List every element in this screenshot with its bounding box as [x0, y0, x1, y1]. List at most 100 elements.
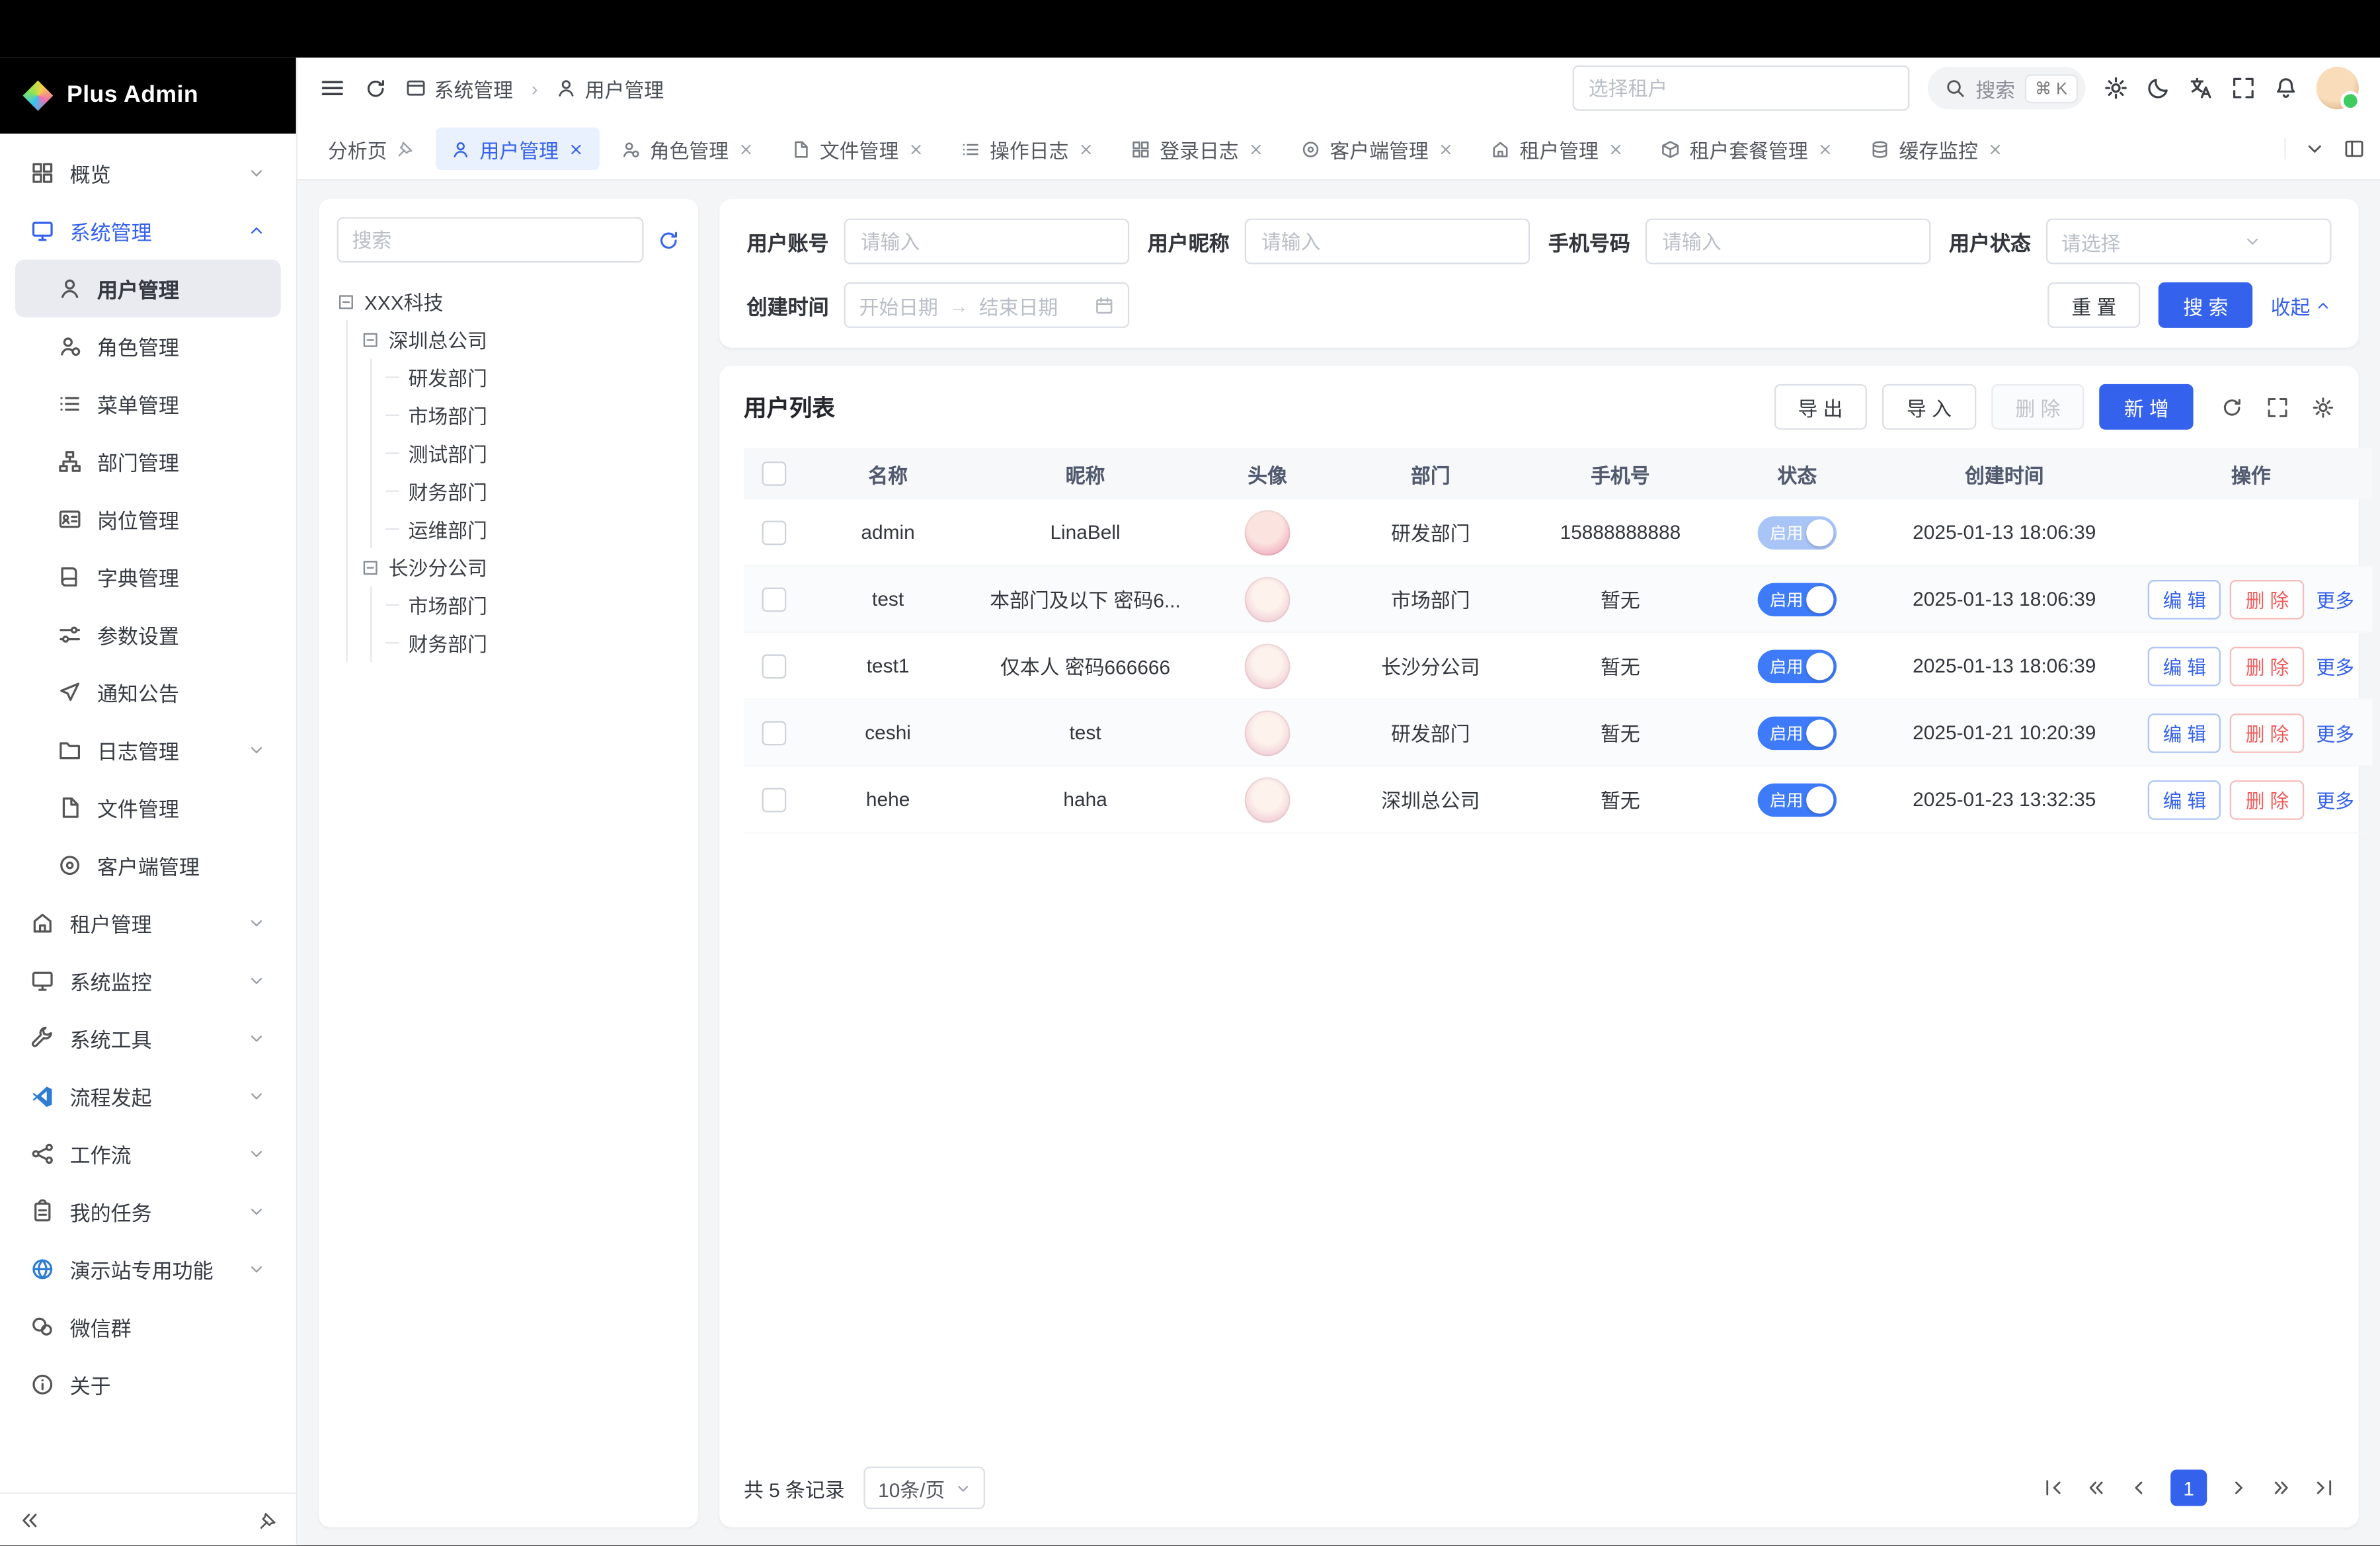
status-toggle[interactable]: 启用	[1758, 783, 1837, 817]
date-range-picker[interactable]: 开始日期 → 结束日期	[844, 282, 1130, 328]
tree-node[interactable]: 运维部门	[385, 510, 680, 548]
add-button[interactable]: 新 增	[2100, 384, 2193, 430]
breadcrumb-current[interactable]: 用户管理	[556, 73, 664, 102]
status-toggle[interactable]: 启用	[1758, 515, 1837, 549]
tree-node[interactable]: 市场部门	[385, 586, 680, 624]
next-group-icon[interactable]	[2271, 1477, 2292, 1498]
tab-operation-log[interactable]: 操作日志	[946, 128, 1110, 170]
close-icon[interactable]	[738, 140, 754, 157]
dark-mode-icon[interactable]	[2146, 76, 2170, 101]
tab-cache-monitor[interactable]: 缓存监控	[1855, 128, 2019, 170]
sidebar-item-menu-mgmt[interactable]: 菜单管理	[15, 375, 281, 432]
delete-row-button[interactable]: 删 除	[2231, 579, 2304, 619]
refresh-icon[interactable]	[364, 77, 387, 99]
status-toggle[interactable]: 启用	[1758, 716, 1837, 750]
layout-icon[interactable]	[2344, 138, 2365, 159]
close-icon[interactable]	[1987, 140, 2004, 157]
sidebar-item-system-tools[interactable]: 系统工具	[15, 1010, 281, 1067]
translate-icon[interactable]	[2189, 76, 2213, 101]
sidebar-item-post-mgmt[interactable]: 岗位管理	[15, 491, 281, 548]
tab-list-dropdown-icon[interactable]	[2304, 138, 2325, 159]
brand[interactable]: Plus Admin	[0, 58, 296, 134]
edit-button[interactable]: 编 辑	[2148, 713, 2221, 753]
row-checkbox[interactable]	[762, 720, 787, 745]
sidebar-item-about[interactable]: 关于	[15, 1356, 281, 1413]
delete-row-button[interactable]: 删 除	[2231, 646, 2304, 686]
pin-icon[interactable]	[396, 140, 415, 158]
row-checkbox[interactable]	[762, 787, 787, 811]
close-icon[interactable]	[1437, 140, 1454, 157]
tenant-select[interactable]	[1572, 65, 1909, 111]
status-toggle[interactable]: 启用	[1758, 582, 1837, 616]
phone-input[interactable]	[1646, 219, 1931, 264]
last-page-icon[interactable]	[2313, 1477, 2334, 1498]
prev-group-icon[interactable]	[2086, 1477, 2107, 1498]
current-page-button[interactable]: 1	[2170, 1469, 2207, 1506]
sidebar-collapse-icon[interactable]	[19, 1508, 41, 1531]
delete-row-button[interactable]: 删 除	[2231, 780, 2304, 819]
collapse-node-icon[interactable]	[361, 558, 379, 577]
edit-button[interactable]: 编 辑	[2148, 646, 2221, 686]
next-page-icon[interactable]	[2228, 1477, 2249, 1498]
sidebar-item-client-mgmt[interactable]: 客户端管理	[15, 836, 281, 894]
delete-row-button[interactable]: 删 除	[2231, 713, 2304, 753]
tree-node[interactable]: 市场部门	[385, 396, 680, 434]
more-link[interactable]: 更多	[2317, 718, 2354, 747]
user-avatar[interactable]	[2317, 67, 2359, 109]
breadcrumb-root[interactable]: 系统管理	[405, 73, 513, 102]
more-link[interactable]: 更多	[2317, 585, 2354, 614]
tree-node[interactable]: XXX科技	[337, 282, 680, 320]
sidebar-item-dict-mgmt[interactable]: 字典管理	[15, 548, 281, 606]
collapse-node-icon[interactable]	[361, 330, 379, 348]
search-button[interactable]: 搜 索	[2159, 282, 2252, 328]
notification-bell-icon[interactable]	[2274, 76, 2298, 101]
tree-search-input[interactable]	[337, 217, 644, 263]
tree-refresh-icon[interactable]	[657, 229, 680, 251]
status-toggle[interactable]: 启用	[1758, 649, 1837, 683]
close-icon[interactable]	[1608, 140, 1624, 157]
tab-role-mgmt[interactable]: 角色管理	[606, 128, 770, 170]
more-link[interactable]: 更多	[2317, 785, 2354, 814]
sidebar-item-my-tasks[interactable]: 我的任务	[15, 1183, 281, 1241]
sidebar-item-tenant-mgmt[interactable]: 租户管理	[15, 894, 281, 952]
tab-login-log[interactable]: 登录日志	[1116, 128, 1280, 170]
account-input[interactable]	[844, 219, 1130, 264]
sidebar-pin-icon[interactable]	[258, 1510, 278, 1529]
sidebar-item-system-mgmt[interactable]: 系统管理	[15, 202, 281, 259]
tree-node[interactable]: 测试部门	[385, 434, 680, 472]
sidebar-item-dept-mgmt[interactable]: 部门管理	[15, 432, 281, 490]
tab-client-mgmt[interactable]: 客户端管理	[1286, 128, 1470, 170]
row-checkbox[interactable]	[762, 587, 787, 611]
table-settings-icon[interactable]	[2312, 395, 2334, 418]
delete-button[interactable]: 删 除	[1991, 384, 2084, 430]
close-icon[interactable]	[568, 140, 584, 157]
tree-node[interactable]: 长沙分公司	[361, 548, 680, 586]
sidebar-item-notice[interactable]: 通知公告	[15, 663, 281, 721]
tree-node[interactable]: 研发部门	[385, 358, 680, 396]
sidebar-item-demo-features[interactable]: 演示站专用功能	[15, 1241, 281, 1298]
table-refresh-icon[interactable]	[2221, 395, 2243, 418]
first-page-icon[interactable]	[2043, 1477, 2064, 1498]
import-button[interactable]: 导 入	[1882, 384, 1975, 430]
settings-gear-icon[interactable]	[2104, 76, 2128, 101]
sidebar-item-wechat-group[interactable]: 微信群	[15, 1298, 281, 1356]
close-icon[interactable]	[908, 140, 924, 157]
fullscreen-icon[interactable]	[2231, 76, 2256, 101]
sidebar-item-system-monitor[interactable]: 系统监控	[15, 952, 281, 1010]
select-all-checkbox[interactable]	[762, 462, 787, 486]
sidebar-item-file-mgmt[interactable]: 文件管理	[15, 779, 281, 836]
tab-tenant-package-mgmt[interactable]: 租户套餐管理	[1646, 128, 1849, 170]
sidebar-item-overview[interactable]: 概览	[15, 144, 281, 202]
sidebar-item-workflow[interactable]: 工作流	[15, 1125, 281, 1182]
row-checkbox[interactable]	[762, 653, 787, 678]
status-select[interactable]: 请选择	[2046, 219, 2332, 264]
close-icon[interactable]	[1248, 140, 1264, 157]
sidebar-item-param-settings[interactable]: 参数设置	[15, 606, 281, 663]
sidebar-item-process-start[interactable]: 流程发起	[15, 1067, 281, 1125]
sidebar-item-user-mgmt[interactable]: 用户管理	[15, 260, 281, 317]
edit-button[interactable]: 编 辑	[2148, 579, 2221, 619]
table-fullscreen-icon[interactable]	[2266, 395, 2289, 418]
more-link[interactable]: 更多	[2317, 651, 2354, 680]
tab-user-mgmt[interactable]: 用户管理	[436, 128, 600, 170]
global-search[interactable]: 搜索 ⌘ K	[1927, 67, 2086, 109]
